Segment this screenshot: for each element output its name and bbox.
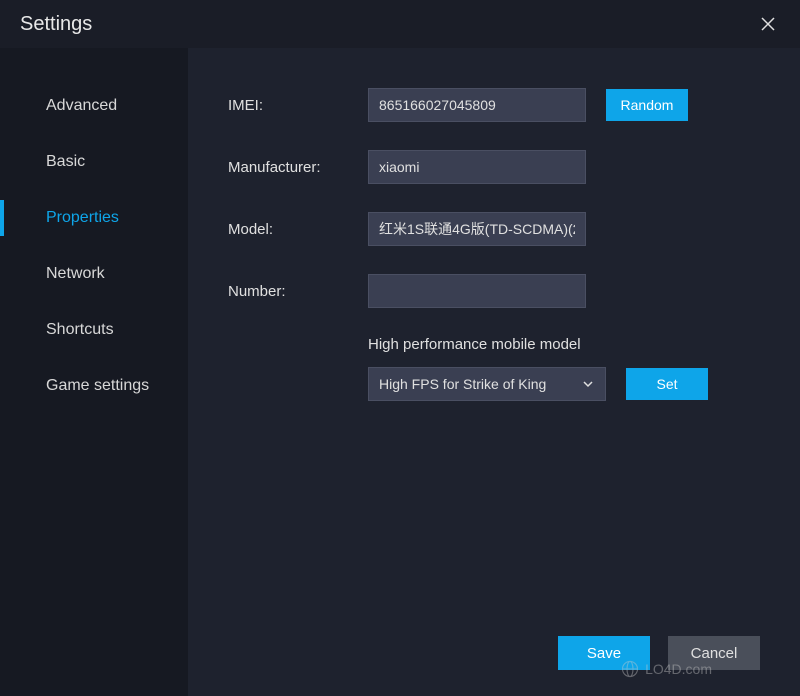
performance-select[interactable]: High FPS for Strike of King: [368, 367, 606, 401]
sidebar-item-label: Properties: [46, 209, 119, 227]
label-model: Model:: [228, 221, 368, 238]
close-icon: [760, 16, 776, 32]
label-manufacturer: Manufacturer:: [228, 159, 368, 176]
content-panel: IMEI: Random Manufacturer: Model: Number…: [188, 48, 800, 696]
input-imei[interactable]: [368, 88, 586, 122]
sidebar-item-label: Game settings: [46, 377, 149, 395]
sidebar-item-shortcuts[interactable]: Shortcuts: [0, 302, 188, 358]
save-button[interactable]: Save: [558, 636, 650, 670]
sidebar-item-label: Advanced: [46, 97, 117, 115]
input-number[interactable]: [368, 274, 586, 308]
sidebar-item-advanced[interactable]: Advanced: [0, 78, 188, 134]
close-button[interactable]: [756, 12, 780, 36]
chevron-down-icon: [581, 377, 595, 391]
performance-heading: High performance mobile model: [368, 336, 760, 353]
sidebar-item-properties[interactable]: Properties: [0, 190, 188, 246]
footer-buttons: Save Cancel: [558, 636, 760, 670]
input-manufacturer[interactable]: [368, 150, 586, 184]
titlebar: Settings: [0, 0, 800, 48]
row-imei: IMEI: Random: [228, 88, 760, 122]
sidebar-item-label: Network: [46, 265, 105, 283]
sidebar: Advanced Basic Properties Network Shortc…: [0, 48, 188, 696]
sidebar-item-network[interactable]: Network: [0, 246, 188, 302]
input-model[interactable]: [368, 212, 586, 246]
sidebar-item-basic[interactable]: Basic: [0, 134, 188, 190]
window-title: Settings: [20, 13, 92, 36]
sidebar-item-label: Shortcuts: [46, 321, 114, 339]
row-performance: High FPS for Strike of King Set: [368, 367, 760, 401]
row-number: Number:: [228, 274, 760, 308]
label-imei: IMEI:: [228, 97, 368, 114]
sidebar-item-label: Basic: [46, 153, 85, 171]
row-manufacturer: Manufacturer:: [228, 150, 760, 184]
set-button[interactable]: Set: [626, 368, 708, 400]
label-number: Number:: [228, 283, 368, 300]
row-model: Model:: [228, 212, 760, 246]
random-button[interactable]: Random: [606, 89, 688, 121]
select-value: High FPS for Strike of King: [379, 376, 546, 392]
sidebar-item-game-settings[interactable]: Game settings: [0, 358, 188, 414]
cancel-button[interactable]: Cancel: [668, 636, 760, 670]
